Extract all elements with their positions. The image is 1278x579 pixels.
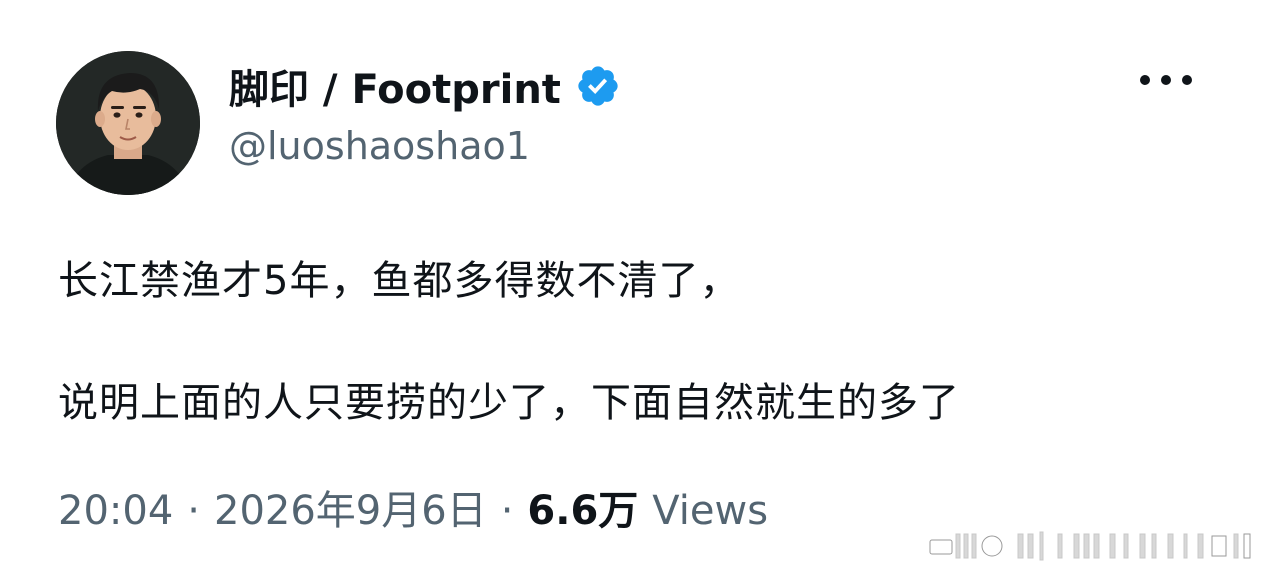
tweet-card: 脚印 / Footprint @luoshaoshao1 长江禁渔才5年，鱼都多… (0, 0, 1278, 579)
author-name-row[interactable]: 脚印 / Footprint (229, 58, 621, 114)
tweet-text-line: 说明上面的人只要捞的少了，下面自然就生的多了 (58, 380, 960, 426)
tweet-date[interactable]: 2026年9月6日 (214, 478, 487, 536)
user-handle[interactable]: @luoshaoshao1 (229, 124, 530, 168)
display-name[interactable]: 脚印 / Footprint (229, 57, 561, 115)
views-label: Views (652, 488, 769, 534)
meta-separator: · (187, 488, 200, 534)
verified-badge-icon (575, 63, 621, 109)
more-options-icon[interactable] (1140, 62, 1192, 98)
avatar-illustration (56, 51, 200, 195)
tweet-meta: 20:04 · 2026年9月6日 · 6.6万 Views (58, 478, 768, 536)
watermark-logo (928, 528, 1262, 564)
avatar[interactable] (56, 51, 200, 195)
views-count: 6.6万 (527, 488, 639, 534)
more-dot-icon (1161, 75, 1171, 85)
tweet-text-line: 长江禁渔才5年，鱼都多得数不清了， (58, 258, 741, 304)
more-dot-icon (1140, 75, 1150, 85)
meta-separator: · (500, 488, 514, 534)
more-dot-icon (1182, 75, 1192, 85)
tweet-time[interactable]: 20:04 (58, 488, 173, 534)
